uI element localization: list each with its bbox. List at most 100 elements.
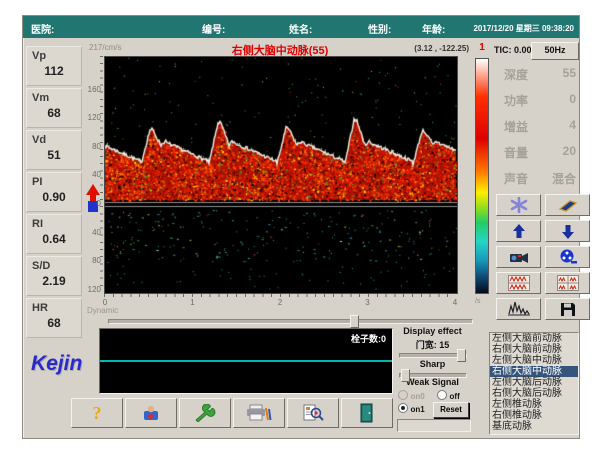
setting-row-2: 增益 4 [504, 118, 576, 144]
artery-item[interactable]: 左侧大脑中动脉 [490, 355, 578, 366]
param-vp: Vp112 [26, 46, 82, 86]
param-label: S/D [27, 257, 81, 272]
review-icon [302, 404, 324, 422]
hospital-label: 医院: [31, 21, 54, 36]
setting-row-1: 功率0 [504, 92, 576, 118]
radio-on1[interactable]: on1 [398, 403, 425, 414]
artery-item[interactable]: 右侧大脑后动脉 [490, 388, 578, 399]
dual-display-icon [508, 275, 530, 291]
help-button[interactable]: ? [71, 398, 123, 428]
dual-display-button[interactable] [496, 272, 541, 294]
y-tick-label: 80 [85, 256, 101, 265]
bottom-toolbar: ? [71, 398, 393, 428]
radio-on0[interactable]: on0 [398, 390, 425, 401]
param-vm: Vm68 [26, 88, 82, 128]
radio-on0-label: on0 [411, 392, 425, 401]
record-review-button[interactable] [287, 398, 339, 428]
spectrum-mode-button[interactable] [496, 298, 541, 320]
patient-info-button[interactable] [125, 398, 177, 428]
datetime: 2017/12/20 星期三 09:38:20 [473, 23, 574, 34]
print-button[interactable] [233, 398, 285, 428]
depth-up-button[interactable] [496, 220, 541, 242]
y-tick-label: 80 [85, 142, 101, 151]
param-label: Vm [27, 89, 81, 104]
time-scroll-slider[interactable] [108, 319, 473, 324]
age-label: 年龄: [422, 21, 445, 36]
save-icon [560, 302, 576, 317]
x-axis-ticks [104, 294, 456, 297]
camera-button[interactable] [496, 246, 541, 268]
film-reel-icon [559, 249, 577, 265]
param-vd: Vd51 [26, 130, 82, 170]
setting-value: 混合 [552, 170, 576, 196]
setting-label: 音量 [504, 144, 528, 170]
sharp-thumb[interactable] [401, 369, 410, 382]
setup-button[interactable] [179, 398, 231, 428]
radio-off[interactable]: off [437, 390, 460, 401]
param-value: 68 [27, 316, 81, 330]
colorbar-label: 1 [475, 42, 489, 53]
name-label: 姓名: [289, 21, 312, 36]
artery-item[interactable]: 右侧大脑前动脉 [490, 344, 578, 355]
wrench-icon [194, 404, 216, 422]
spectrum-icon [508, 302, 530, 316]
param-value: 51 [27, 148, 81, 162]
param-label: Vp [27, 47, 81, 62]
snowflake-icon [510, 197, 528, 213]
save-button[interactable] [545, 298, 590, 320]
radio-off-circle[interactable] [437, 390, 447, 400]
artery-item[interactable]: 基底动脉 [490, 421, 578, 432]
param-value: 0.90 [27, 190, 81, 204]
time-scroll-thumb[interactable] [350, 315, 359, 328]
gate-width-value: 15 [439, 340, 449, 350]
sharp-slider[interactable] [399, 373, 467, 378]
intensity-colorbar [475, 58, 489, 294]
y-tick-label: 120 [85, 113, 101, 122]
id-label: 编号: [202, 21, 225, 36]
x-tick-label: 0 [100, 298, 110, 307]
printer-icon [246, 404, 272, 422]
y-tick-label: 120 [85, 285, 101, 294]
doppler-spectrum-canvas[interactable] [104, 56, 458, 294]
patient-icon [141, 404, 161, 422]
artery-item[interactable]: 左侧大脑后动脉 [490, 377, 578, 388]
radio-off-label: off [450, 392, 460, 401]
depth-down-button[interactable] [545, 220, 590, 242]
quad-display-button[interactable] [545, 272, 590, 294]
frequency-button[interactable]: 50Hz [531, 42, 579, 60]
y-tick-label: 40 [85, 228, 101, 237]
header-bar: 医院: 编号: 姓名: 性别: 年龄: 2017/12/20 星期三 09:38… [23, 16, 579, 38]
probe-icon [558, 198, 578, 212]
quad-display-icon [557, 275, 579, 291]
setting-label: 声音 [504, 170, 528, 196]
gate-width-slider[interactable] [399, 353, 467, 358]
radio-on0-circle[interactable] [398, 390, 408, 400]
help-icon: ? [93, 403, 102, 424]
cine-button[interactable] [545, 246, 590, 268]
artery-item[interactable]: 右侧大脑中动脉 [490, 366, 578, 377]
setting-label: 增益 [504, 118, 528, 144]
embolus-count: 栓子数:0 [351, 332, 386, 345]
display-effect-title: Display effect [395, 326, 470, 336]
artery-item[interactable]: 左侧大脑前动脉 [490, 333, 578, 344]
brand-logo: Kejin [31, 352, 82, 376]
artery-item[interactable]: 右侧椎动脉 [490, 410, 578, 421]
reset-button[interactable]: Reset [433, 402, 469, 418]
setting-value: 4 [569, 118, 576, 144]
param-value: 0.64 [27, 232, 81, 246]
radio-on1-circle[interactable] [398, 403, 408, 413]
setting-value: 20 [563, 144, 576, 170]
gender-label: 性别: [368, 21, 391, 36]
setting-label: 深度 [504, 66, 528, 92]
freeze-button[interactable] [496, 194, 541, 216]
gate-width-thumb[interactable] [457, 349, 466, 362]
setting-row-0: 深度55 [504, 66, 576, 92]
radio-on1-label: on1 [411, 405, 425, 414]
artery-item[interactable]: 左侧椎动脉 [490, 399, 578, 410]
artery-list: 左侧大脑前动脉右侧大脑前动脉左侧大脑中动脉右侧大脑中动脉左侧大脑后动脉右侧大脑后… [489, 332, 579, 435]
exit-button[interactable] [341, 398, 393, 428]
probe-button[interactable] [545, 194, 590, 216]
gate-width-label: 门宽: [416, 340, 437, 350]
mode-label: Dynamic [87, 306, 118, 315]
x-tick-label: 2 [275, 298, 285, 307]
